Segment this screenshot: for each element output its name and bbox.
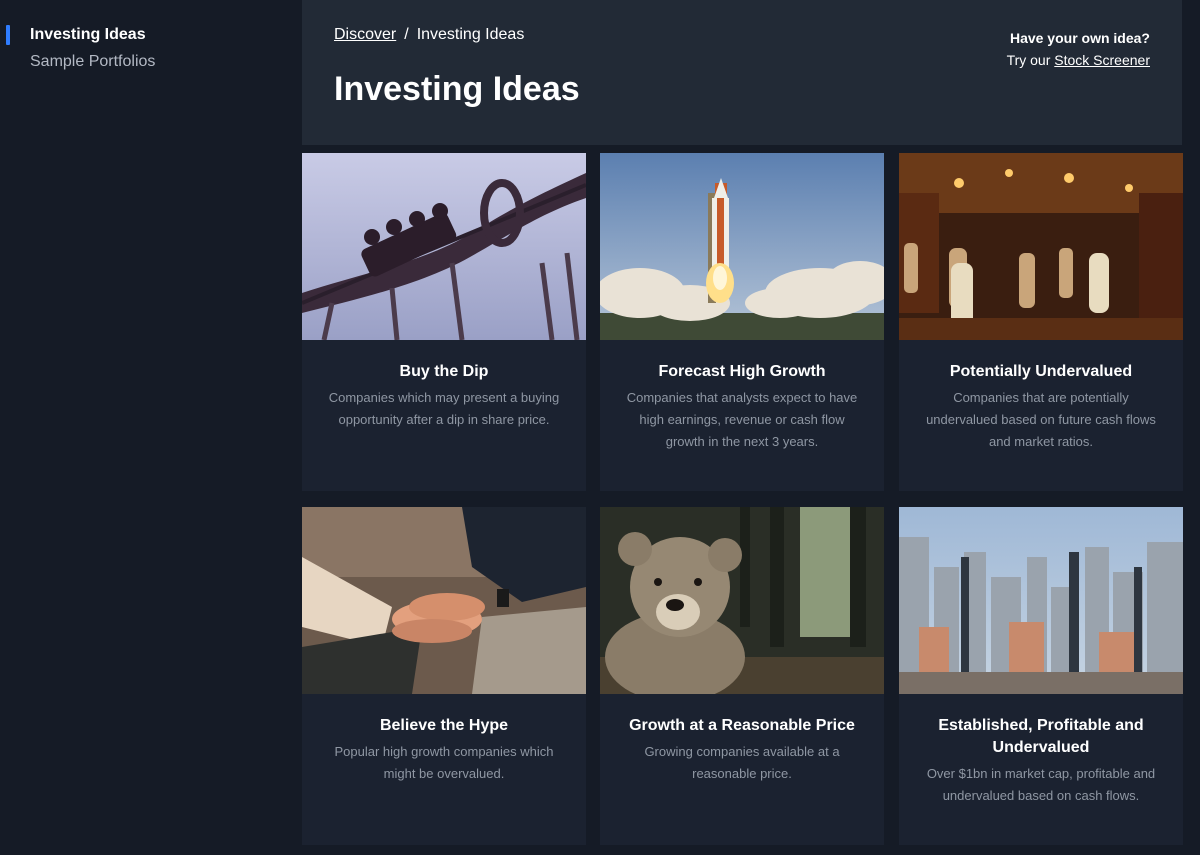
card-title: Established, Profitable and Undervalued xyxy=(938,717,1144,756)
idea-card-established-profitable-undervalued[interactable]: Established, Profitable and Undervalued O… xyxy=(899,507,1183,845)
breadcrumb-discover-link[interactable]: Discover xyxy=(334,26,396,43)
card-description: Growing companies available at a reasonab… xyxy=(644,744,840,781)
sidebar: Investing Ideas Sample Portfolios xyxy=(0,0,302,855)
card-title: Growth at a Reasonable Price xyxy=(629,717,855,734)
idea-card-forecast-high-growth[interactable]: Forecast High Growth Companies that anal… xyxy=(600,153,884,491)
roller-coaster-image xyxy=(302,153,586,340)
breadcrumb-separator: / xyxy=(404,26,409,43)
card-description: Companies that analysts expect to have hi… xyxy=(626,390,858,449)
idea-card-buy-the-dip[interactable]: Buy the Dip Companies which may present … xyxy=(302,153,586,491)
promo-line: Try our Stock Screener xyxy=(1007,49,1150,71)
idea-card-believe-the-hype[interactable]: Believe the Hype Popular high growth com… xyxy=(302,507,586,845)
app: Investing Ideas Sample Portfolios Discov… xyxy=(0,0,1200,855)
page-title: Investing Ideas xyxy=(334,70,580,108)
active-indicator xyxy=(6,25,10,45)
page-header: Discover / Investing Ideas Investing Ideas… xyxy=(302,0,1182,145)
card-title: Potentially Undervalued xyxy=(949,363,1133,380)
screener-promo: Have your own idea? Try our Stock Screen… xyxy=(1007,27,1150,71)
rocket-launch-image xyxy=(600,153,884,340)
breadcrumb-current: Investing Ideas xyxy=(416,26,525,43)
promo-question: Have your own idea? xyxy=(1009,30,1150,46)
idea-card-potentially-undervalued[interactable]: Potentially Undervalued Companies that a… xyxy=(899,153,1183,491)
stock-screener-link[interactable]: Stock Screener xyxy=(1054,52,1150,68)
card-title: Believe the Hype xyxy=(379,717,509,734)
card-title: Forecast High Growth xyxy=(658,363,826,380)
market-bazaar-image xyxy=(899,153,1183,340)
sidebar-item-sample-portfolios[interactable]: Sample Portfolios xyxy=(30,53,155,71)
city-skyline-image xyxy=(899,507,1183,694)
card-description: Over $1bn in market cap, profitable and u… xyxy=(926,766,1156,803)
promo-prefix: Try our xyxy=(1006,52,1051,68)
breadcrumb: Discover / Investing Ideas xyxy=(334,26,524,44)
stacked-hands-image xyxy=(302,507,586,694)
card-title: Buy the Dip xyxy=(399,363,489,380)
teddy-bear-image xyxy=(600,507,884,694)
card-description: Companies that are potentially undervalue… xyxy=(926,390,1156,449)
card-description: Popular high growth companies which might… xyxy=(334,744,554,781)
card-description: Companies which may present a buying oppo… xyxy=(328,390,560,427)
sidebar-item-investing-ideas[interactable]: Investing Ideas xyxy=(30,26,146,44)
idea-card-growth-at-a-reasonable-price[interactable]: Growth at a Reasonable Price Growing com… xyxy=(600,507,884,845)
